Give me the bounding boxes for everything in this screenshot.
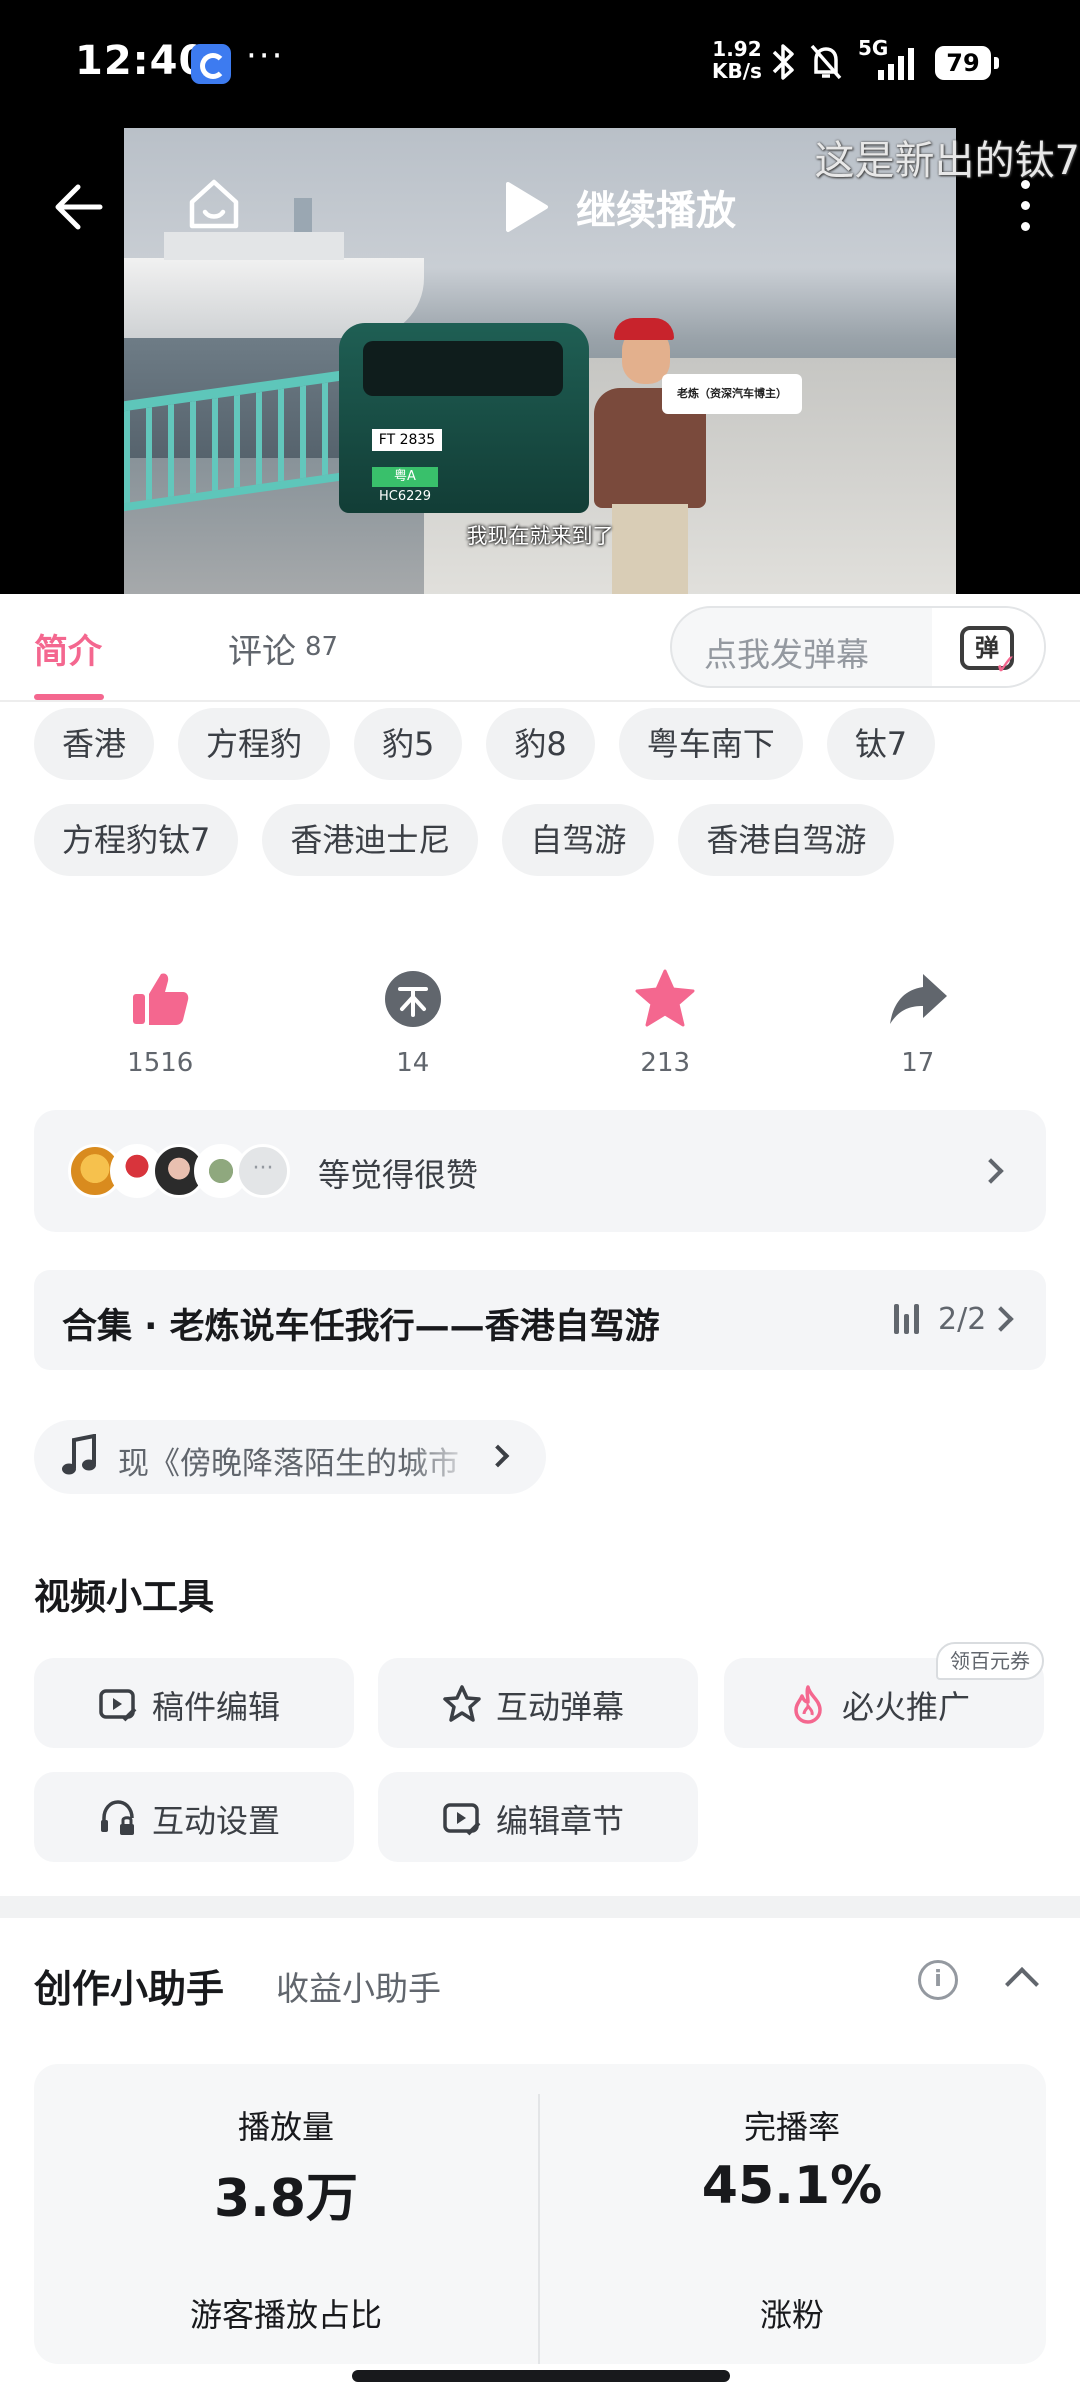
tab-intro[interactable]: 简介 [34,624,102,673]
status-bar: 12:40 ··· 1.92 KB/s 5G 79 [0,0,1080,128]
like-count: 1516 [127,1048,194,1078]
tool-label: 编辑章节 [496,1802,625,1840]
status-icons [770,40,844,84]
stat-value: 3.8万 [213,2169,359,2229]
tool-label: 互动弹幕 [496,1688,625,1726]
creation-assistant-tab[interactable]: 创作小助手 [34,1958,224,2013]
bluetooth-icon [772,44,794,80]
share-button[interactable]: 17 [818,968,1018,1078]
fire-icon [794,1685,822,1724]
network-speed: 1.92 KB/s [712,38,762,82]
network-speed-value: 1.92 [712,37,762,61]
tab-active-indicator [34,694,104,700]
presenter-name-card: 老炼（资深汽车博主） [662,374,802,414]
danmaku-input[interactable]: 点我发弹幕 弹 ✓ [670,606,1046,688]
favorite-button[interactable]: 213 [565,968,765,1078]
share-count: 17 [901,1048,935,1078]
tag-chip[interactable]: 香港 [34,708,155,780]
danmaku-input-placeholder[interactable]: 点我发弹幕 [704,628,869,676]
liked-by-text: 等觉得很赞 [318,1156,479,1194]
tag-chip[interactable]: 方程豹 [178,708,331,780]
play-icon[interactable] [502,180,550,234]
status-time: 12:40 [75,38,208,84]
tag-chip[interactable]: 粤车南下 [618,708,803,780]
tag-chip[interactable]: 香港自驾游 [678,804,895,876]
tag-list: 香港 方程豹 豹5 豹8 粤车南下 钛7 方程豹钛7 香港迪士尼 自驾游 香港自… [34,708,1044,876]
interaction-settings-icon [101,1800,134,1835]
tool-interaction-settings[interactable]: 互动设置 [34,1772,354,1862]
stat-label: 涨粉 [759,2296,824,2334]
chevron-up-icon[interactable] [1005,1967,1039,2001]
section-divider [0,1896,1080,1918]
tag-chip[interactable]: 方程豹钛7 [34,804,239,876]
stat-value: 45.1% [701,2156,883,2216]
edit-chapter-icon [443,1803,481,1836]
tool-edit-chapters[interactable]: 编辑章节 [378,1772,698,1862]
edit-video-icon [99,1689,137,1722]
action-bar: 1516 14 213 17 [34,968,1044,1078]
detail-tabs: 简介 评论 87 点我发弹幕 弹 ✓ [0,594,1080,702]
tool-label: 必火推广 [842,1688,971,1726]
tool-edit-manuscript[interactable]: 稿件编辑 [34,1658,354,1748]
thumbs-up-icon [133,973,189,1025]
collection-row[interactable]: 合集 · 老炼说车任我行——香港自驾游 2/2 [34,1270,1046,1370]
app-notification-icon [191,44,231,84]
playlist-bars-icon [892,1302,922,1334]
like-button[interactable]: 1516 [60,968,260,1078]
video-player[interactable]: FT 2835 粤A HC6229 老炼（资深汽车博主） 我现在就来到了 这是新… [0,128,1080,594]
tag-chip[interactable]: 豹8 [486,708,595,780]
signal-icon [878,46,914,80]
music-note-icon [62,1434,96,1475]
favorite-count: 213 [640,1048,691,1078]
tool-label: 互动设置 [152,1802,281,1840]
chevron-right-icon [988,1306,1014,1332]
info-icon[interactable]: i [918,1960,958,2000]
back-arrow-icon[interactable] [52,180,106,234]
liked-by-row[interactable]: ··· 等觉得很赞 [34,1110,1046,1232]
more-notifications-icon: ··· [246,36,285,76]
tag-chip[interactable]: 自驾游 [502,804,655,876]
interactive-danmaku-icon [443,1685,481,1722]
network-speed-unit: KB/s [712,59,762,83]
collection-title: 合集 · 老炼说车任我行——香港自驾游 [62,1307,660,1347]
coin-icon [384,971,441,1027]
license-plate-green: 粤A HC6229 [372,467,438,504]
music-title: 现《傍晚降落陌生的城市 [118,1446,459,1482]
tool-label: 稿件编辑 [152,1688,281,1726]
coin-button[interactable]: 14 [313,968,513,1078]
more-options-icon[interactable] [1018,180,1032,240]
danmaku-toggle-button[interactable]: 弹 ✓ [932,608,1044,686]
mute-bell-icon [810,44,842,80]
danmaku-check-icon: ✓ [994,648,1018,681]
tag-chip[interactable]: 香港迪士尼 [262,804,479,876]
earnings-assistant-tab[interactable]: 收益小助手 [276,1962,441,2010]
resume-playback-button[interactable]: 继续播放 [576,178,736,236]
license-plate: FT 2835 [372,429,442,451]
tag-chip[interactable]: 豹5 [354,708,463,780]
comments-count[interactable]: 87 [305,632,338,662]
share-icon [889,974,947,1024]
chevron-right-icon [486,1444,510,1468]
avatar-more: ··· [236,1144,290,1198]
coupon-badge[interactable]: 领百元券 [936,1642,1044,1680]
home-indicator[interactable] [352,2370,730,2382]
tab-comments[interactable]: 评论 [228,624,296,673]
chevron-right-icon [978,1158,1004,1184]
stat-label: 游客播放占比 [189,2296,382,2334]
danmaku-comment: 这是新出的钛7 [814,138,1080,184]
coin-count: 14 [396,1048,430,1078]
stat-label: 完播率 [743,2108,840,2146]
collection-count: 2/2 [938,1302,987,1337]
video-tools-title: 视频小工具 [34,1577,215,1618]
video-subtitle: 我现在就来到了 [466,524,614,548]
star-icon [635,969,695,1027]
video-scene-person [584,308,714,594]
stat-label: 播放量 [237,2108,334,2146]
stats-panel: 播放量 3.8万 完播率 45.1% 游客播放占比 涨粉 [34,2064,1046,2364]
background-music-chip[interactable]: 现《傍晚降落陌生的城市 [34,1420,546,1494]
tool-interactive-danmaku[interactable]: 互动弹幕 [378,1658,698,1748]
home-icon[interactable] [184,174,244,234]
battery-indicator: 79 [935,46,999,80]
tag-chip[interactable]: 钛7 [826,708,936,780]
